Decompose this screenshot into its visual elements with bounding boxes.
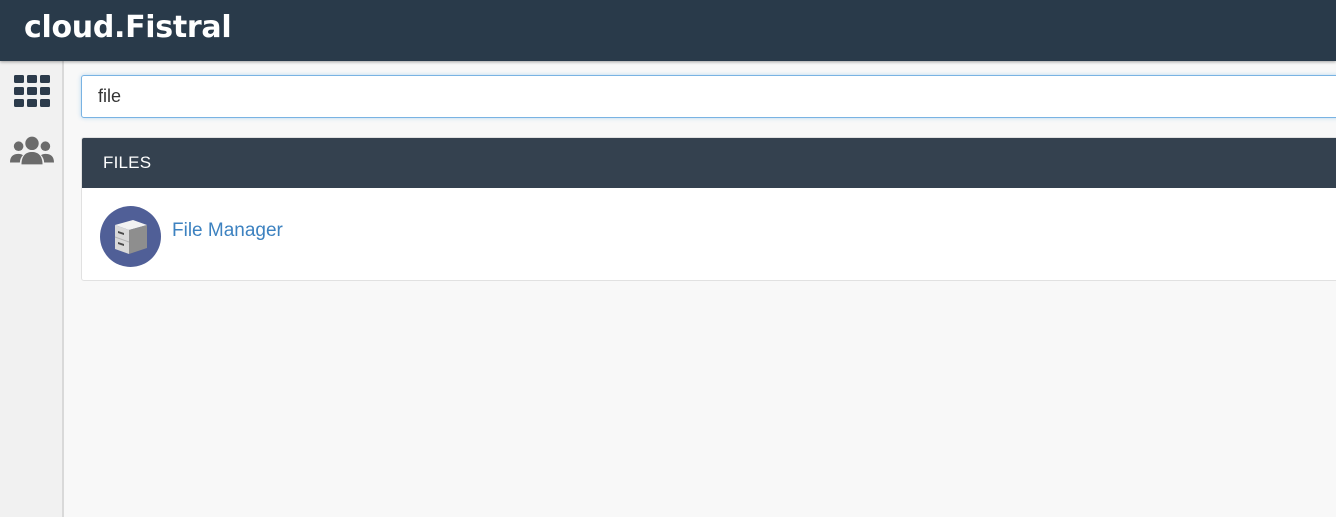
results-panel-files: FILES File Manager [81,137,1336,281]
file-cabinet-icon [100,205,161,267]
search-box [81,75,1336,118]
sidebar-item-users[interactable] [10,129,54,173]
main-content: FILES [64,61,1336,517]
brand-logo[interactable]: cloud.Fistral [24,10,232,45]
users-icon [10,136,54,165]
sidebar [0,61,64,517]
file-manager-label: File Manager [172,220,283,241]
grid-icon [14,75,50,107]
top-navbar: cloud.Fistral [0,0,1336,61]
sidebar-item-tools[interactable] [10,69,54,113]
panel-body: File Manager [82,188,1336,281]
panel-header[interactable]: FILES [82,138,1336,188]
search-input[interactable] [82,76,1336,117]
panel-title: FILES [103,153,152,172]
file-manager-link[interactable]: File Manager [100,205,283,267]
